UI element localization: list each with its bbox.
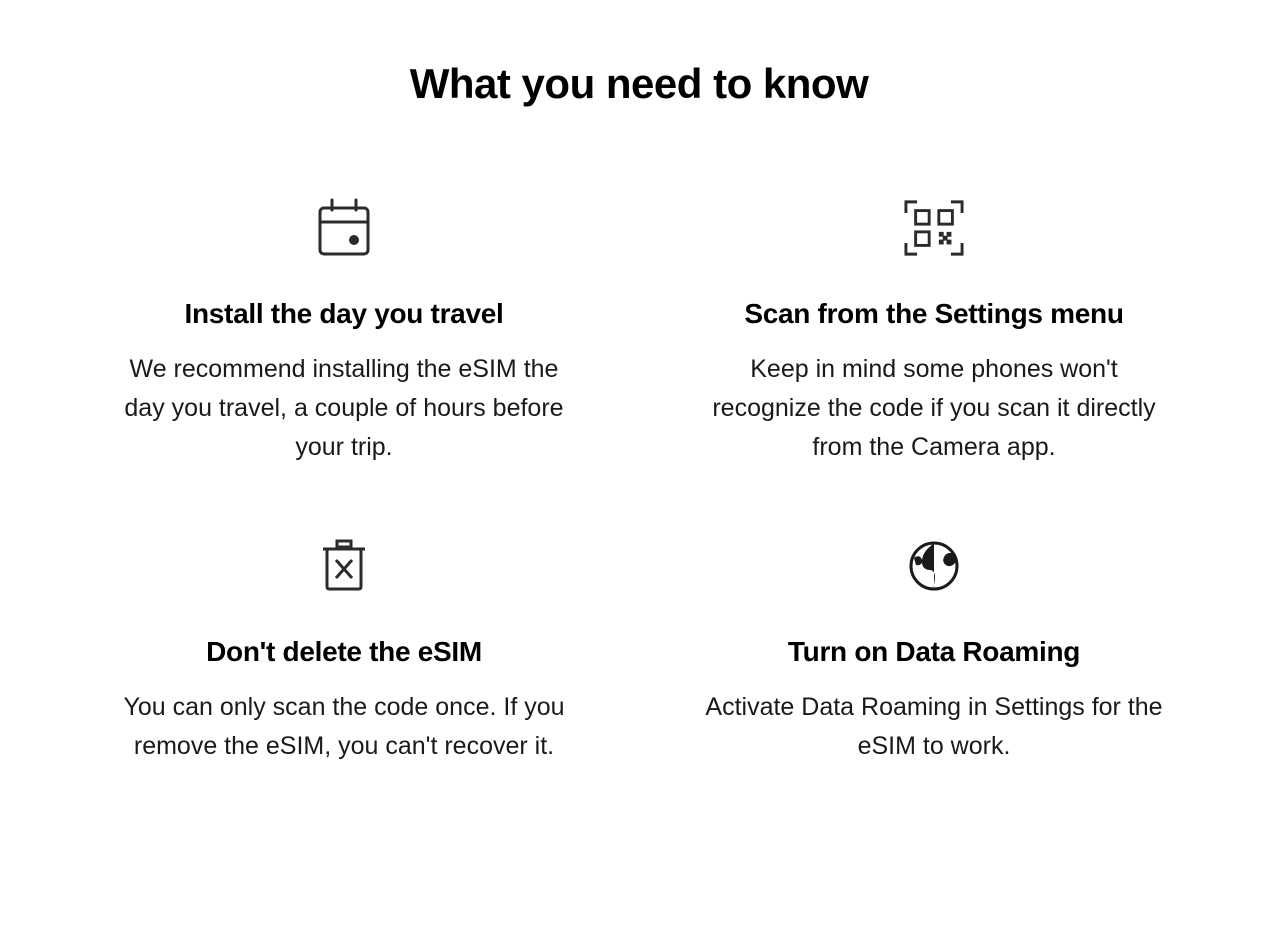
card-body: Activate Data Roaming in Settings for th…	[704, 688, 1164, 766]
calendar-icon	[314, 198, 374, 258]
card-data-roaming: Turn on Data Roaming Activate Data Roami…	[679, 536, 1189, 766]
card-body: Keep in mind some phones won't recognize…	[704, 350, 1164, 466]
page-title: What you need to know	[80, 60, 1198, 108]
card-heading: Install the day you travel	[185, 298, 504, 330]
card-body: You can only scan the code once. If you …	[114, 688, 574, 766]
info-grid: Install the day you travel We recommend …	[89, 198, 1189, 766]
card-heading: Scan from the Settings menu	[744, 298, 1123, 330]
card-heading: Turn on Data Roaming	[788, 636, 1080, 668]
trash-x-icon	[314, 536, 374, 596]
card-install-day: Install the day you travel We recommend …	[89, 198, 599, 466]
globe-icon	[904, 536, 964, 596]
card-body: We recommend installing the eSIM the day…	[114, 350, 574, 466]
qr-scan-icon	[904, 198, 964, 258]
card-scan-settings: Scan from the Settings menu Keep in mind…	[679, 198, 1189, 466]
card-heading: Don't delete the eSIM	[206, 636, 482, 668]
card-dont-delete: Don't delete the eSIM You can only scan …	[89, 536, 599, 766]
